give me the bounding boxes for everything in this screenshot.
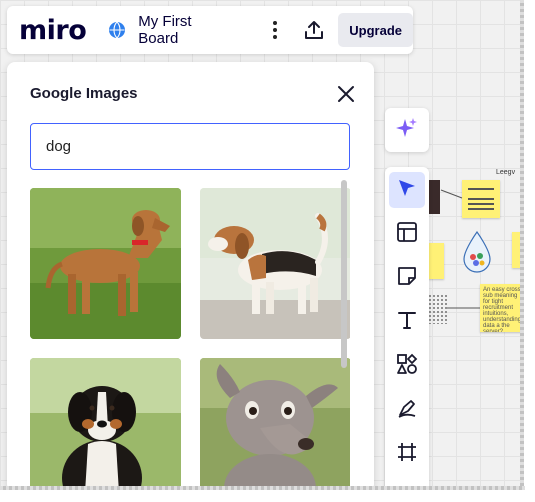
screenshot-edge bbox=[0, 486, 535, 502]
upload-icon[interactable] bbox=[302, 18, 326, 42]
tool-shapes[interactable] bbox=[389, 348, 425, 384]
board-label: Leegv bbox=[496, 169, 516, 176]
image-result[interactable] bbox=[200, 358, 350, 490]
tool-pen[interactable] bbox=[389, 392, 425, 428]
globe-icon[interactable] bbox=[108, 21, 126, 39]
frame-icon bbox=[396, 441, 418, 468]
upgrade-button[interactable]: Upgrade bbox=[338, 13, 413, 47]
image-results-grid bbox=[30, 188, 350, 490]
sticky-note[interactable] bbox=[428, 243, 444, 279]
layout-icon bbox=[396, 221, 418, 248]
tool-select[interactable] bbox=[389, 172, 425, 208]
tool-templates[interactable] bbox=[389, 216, 425, 252]
board-image-thumb[interactable] bbox=[428, 180, 440, 214]
sparkle-icon bbox=[395, 116, 419, 145]
close-icon[interactable] bbox=[335, 83, 357, 105]
tool-text[interactable] bbox=[389, 304, 425, 340]
panel-title: Google Images bbox=[30, 85, 138, 102]
tool-frame[interactable] bbox=[389, 436, 425, 472]
sticky-note-icon bbox=[396, 265, 418, 292]
sticky-note-text[interactable]: An easy cross sub meaning for tight recr… bbox=[480, 284, 524, 332]
top-bar: miro My First Board Upgrade bbox=[7, 6, 413, 54]
connector-line bbox=[440, 189, 463, 199]
scrollbar-thumb[interactable] bbox=[341, 180, 347, 368]
board-name[interactable]: My First Board bbox=[138, 13, 233, 47]
screenshot-edge bbox=[520, 0, 535, 502]
more-vertical-icon[interactable] bbox=[265, 18, 284, 42]
image-result[interactable] bbox=[30, 188, 181, 339]
search-input[interactable] bbox=[30, 123, 350, 170]
cursor-arrow-icon bbox=[396, 177, 418, 204]
drop-diagram[interactable] bbox=[460, 230, 494, 274]
scrollbar[interactable] bbox=[340, 180, 347, 490]
connector-line bbox=[447, 307, 480, 309]
google-images-panel: Google Images bbox=[7, 62, 374, 490]
creation-toolbar bbox=[385, 167, 429, 490]
text-icon bbox=[396, 309, 418, 336]
board-canvas[interactable]: Leegv An easy cross sub meaning for tigh… bbox=[0, 0, 525, 490]
tool-sticky-note[interactable] bbox=[389, 260, 425, 296]
pen-icon bbox=[396, 397, 418, 424]
image-result[interactable] bbox=[30, 358, 181, 490]
image-result[interactable] bbox=[200, 188, 350, 339]
ai-assist-button[interactable] bbox=[385, 108, 429, 152]
miro-logo[interactable]: miro bbox=[19, 15, 87, 46]
sticky-note[interactable] bbox=[462, 180, 500, 218]
shapes-icon bbox=[396, 353, 418, 380]
scribble-image[interactable] bbox=[428, 294, 448, 324]
